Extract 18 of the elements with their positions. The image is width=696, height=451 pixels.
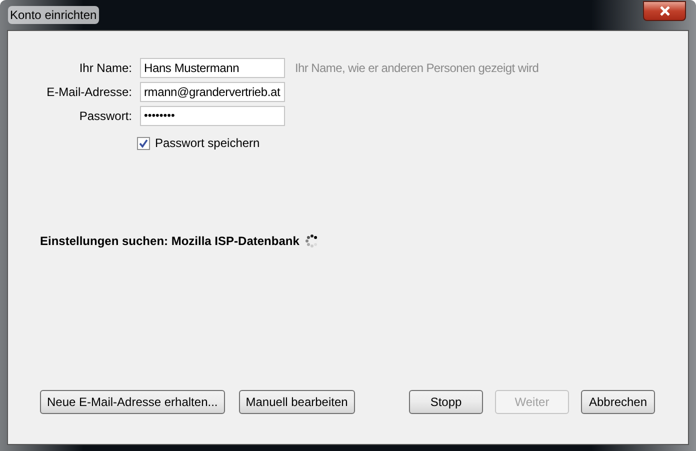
field-label: Passwort:: [78, 108, 132, 125]
field-hint: Ihr Name, wie er anderen Personen gezeigt wird: [295, 60, 539, 77]
input-field[interactable]: Hans Mustermann: [140, 58, 285, 78]
status-text: Einstellungen suchen: Mozilla ISP-Datenbank: [40, 233, 300, 250]
dialog-button[interactable]: Abbrechen: [581, 390, 655, 414]
close-button[interactable]: [643, 1, 686, 21]
password-field[interactable]: ••••••••: [140, 106, 285, 126]
field-label: Ihr Name:: [78, 60, 132, 77]
window-title: Konto einrichten: [8, 6, 99, 24]
input-field[interactable]: rmann@grandervertrieb.at: [140, 82, 285, 102]
dialog-button[interactable]: Neue E-Mail-Adresse erhalten...: [40, 390, 225, 414]
close-icon: [658, 6, 670, 16]
field-label: E-Mail-Adresse:: [46, 84, 132, 101]
dialog-button[interactable]: Stopp: [409, 390, 483, 414]
dialog-button[interactable]: Manuell bearbeiten: [238, 390, 355, 414]
checkmark-icon: [139, 138, 148, 148]
checkbox[interactable]: [137, 136, 150, 150]
checkbox-label: Passwort speichern: [155, 135, 260, 152]
